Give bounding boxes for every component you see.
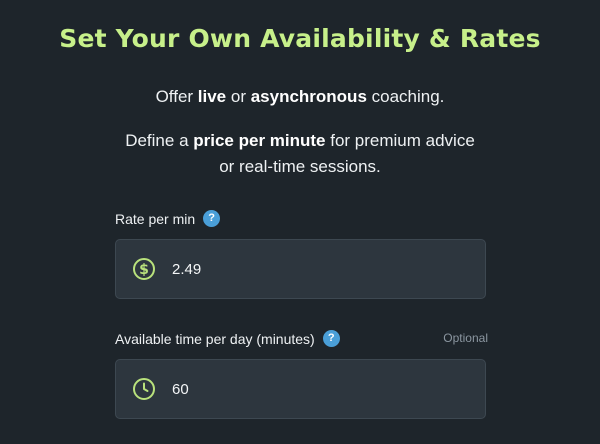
intro-bold-live: live <box>197 87 227 106</box>
time-input[interactable] <box>172 380 422 398</box>
intro-bold-asynchronous: asynchronous <box>250 87 367 106</box>
intro-line-price: Define a price per minute for premium ad… <box>0 131 600 151</box>
intro-text: coaching. <box>366 87 445 106</box>
help-icon[interactable]: ? <box>322 330 340 347</box>
intro-text: or <box>226 87 251 106</box>
time-label-text: Available time per day (minutes) <box>115 330 315 347</box>
intro-text: Define a <box>125 131 194 150</box>
page-title: Set Your Own Availability & Rates <box>59 24 541 53</box>
rate-input-box[interactable]: $ <box>115 239 486 299</box>
rate-field-label: Rate per min ? <box>115 210 221 227</box>
svg-text:$: $ <box>139 262 149 278</box>
dollar-circle-icon: $ <box>131 257 156 282</box>
intro-line-live-async: Offer live or asynchronous coaching. <box>0 87 600 107</box>
rate-label-text: Rate per min <box>115 210 196 227</box>
intro-text: Offer <box>155 87 198 106</box>
intro-bold-price-per-minute: price per minute <box>193 131 326 150</box>
rate-input[interactable] <box>172 260 422 278</box>
intro-text: for premium advice <box>325 131 475 150</box>
time-field-label: Available time per day (minutes) ? <box>115 330 340 347</box>
clock-icon <box>131 377 156 402</box>
optional-label: Optional <box>443 331 488 345</box>
help-icon[interactable]: ? <box>203 210 221 227</box>
intro-line-sessions: or real-time sessions. <box>219 157 381 176</box>
time-input-box[interactable] <box>115 359 486 419</box>
